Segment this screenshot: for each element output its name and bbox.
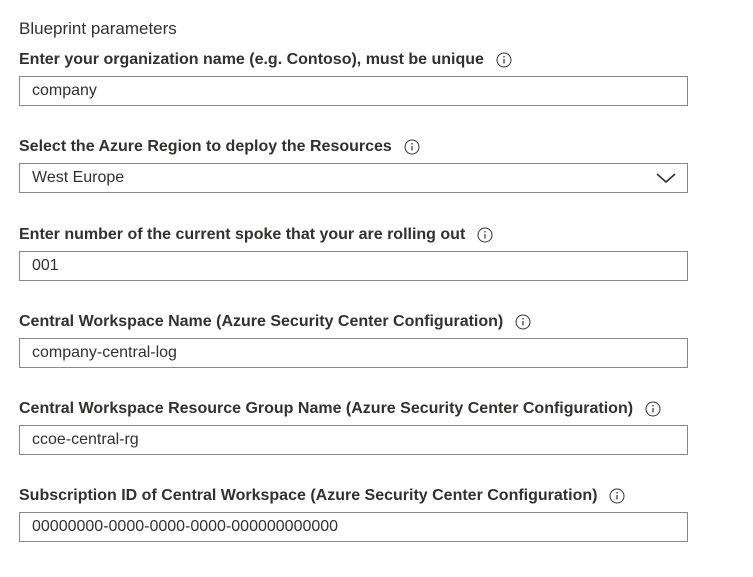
central-workspace-resource-group-field: Central Workspace Resource Group Name (A… [19,398,688,455]
central-workspace-name-input-field[interactable] [32,344,687,362]
spoke-number-input-field[interactable] [32,257,687,275]
section-title: Blueprint parameters [19,19,177,38]
subscription-id-input-field[interactable] [32,518,687,536]
azure-region-field: Select the Azure Region to deploy the Re… [19,136,688,193]
central-workspace-name-label: Central Workspace Name (Azure Security C… [19,313,504,330]
subscription-id-field: Subscription ID of Central Workspace (Az… [19,485,688,542]
subscription-id-input[interactable] [19,512,688,542]
subscription-id-label: Subscription ID of Central Workspace (Az… [19,487,598,504]
info-icon[interactable] [645,401,661,417]
spoke-number-label: Enter number of the current spoke that y… [19,226,466,243]
organization-name-input-field[interactable] [32,82,687,100]
field-label-row: Central Workspace Resource Group Name (A… [19,398,688,420]
chevron-down-icon[interactable] [655,171,677,185]
info-icon[interactable] [496,52,512,68]
info-icon[interactable] [404,139,420,155]
field-label-row: Subscription ID of Central Workspace (Az… [19,485,688,507]
info-icon[interactable] [477,227,493,243]
spoke-number-field: Enter number of the current spoke that y… [19,224,688,281]
central-workspace-resource-group-label: Central Workspace Resource Group Name (A… [19,400,634,417]
info-icon[interactable] [609,488,625,504]
central-workspace-resource-group-input-field[interactable] [32,431,687,449]
info-icon[interactable] [515,314,531,330]
central-workspace-name-input[interactable] [19,338,688,368]
field-label-row: Enter your organization name (e.g. Conto… [19,49,688,71]
azure-region-selected-value: West Europe [32,169,125,186]
organization-name-input[interactable] [19,76,688,106]
field-label-row: Enter number of the current spoke that y… [19,224,688,246]
organization-name-label: Enter your organization name (e.g. Conto… [19,51,484,68]
organization-name-field: Enter your organization name (e.g. Conto… [19,49,688,106]
central-workspace-resource-group-input[interactable] [19,425,688,455]
azure-region-label: Select the Azure Region to deploy the Re… [19,138,392,155]
azure-region-dropdown[interactable]: West Europe [19,163,688,193]
central-workspace-name-field: Central Workspace Name (Azure Security C… [19,311,688,368]
spoke-number-input[interactable] [19,251,688,281]
field-label-row: Select the Azure Region to deploy the Re… [19,136,688,158]
field-label-row: Central Workspace Name (Azure Security C… [19,311,688,333]
